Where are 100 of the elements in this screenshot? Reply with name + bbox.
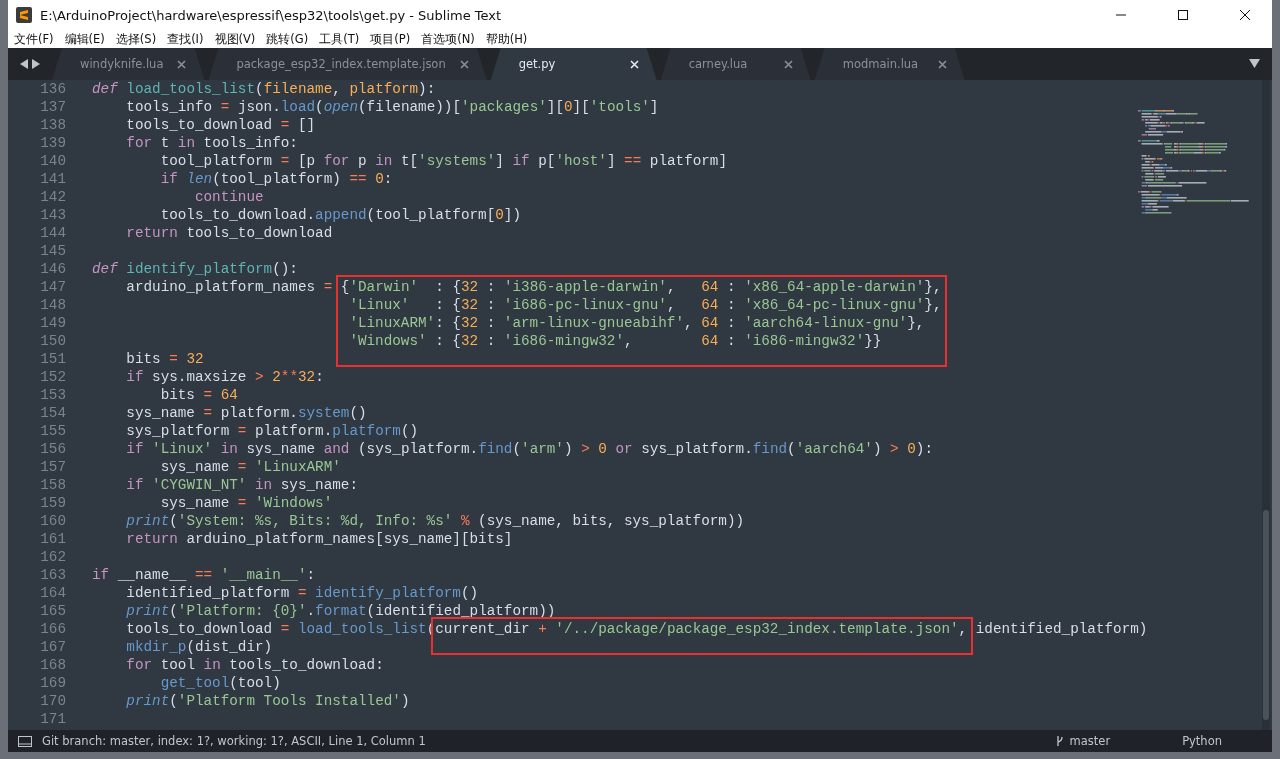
line-number: 138 <box>39 116 66 134</box>
code-line: arduino_platform_names = {'Darwin' : {32 : 'i386-apple-darwin', 64 : 'x86_64-apple-darwin'}, <box>125 278 943 296</box>
code-line: 'Windows' : {32 : 'i686-mingw32', 64 : 'i686-mingw32'}} <box>348 332 883 350</box>
line-number: 163 <box>39 566 66 584</box>
code-line: identified_platform = identify_platform() <box>125 584 480 602</box>
code-line: if len(tool_platform) == 0: <box>159 170 394 188</box>
line-number: 161 <box>39 530 66 548</box>
code-line: sys_name = 'Windows' <box>159 494 334 512</box>
line-number: 139 <box>39 134 66 152</box>
menu-item[interactable]: 文件(F) <box>10 31 61 47</box>
code-line: bits = 32 <box>125 350 205 368</box>
line-number: 156 <box>39 440 66 458</box>
code-line: return tools_to_download <box>125 224 334 242</box>
scrollbar-thumb[interactable] <box>1263 510 1269 720</box>
line-number: 168 <box>39 656 66 674</box>
file-tab[interactable]: get.py <box>490 48 657 80</box>
panel-icon[interactable] <box>18 735 32 747</box>
window-title: E:\ArduinoProject\hardware\espressif\esp32\tools\get.py - Sublime Text <box>40 7 503 23</box>
app-logo-icon <box>16 7 32 23</box>
file-tab[interactable]: package_esp32_index.template.json <box>208 48 487 80</box>
code-line: tools_info = json.load(open(filename))['packages'][0]['tools'] <box>125 98 660 116</box>
syntax-label[interactable]: Python <box>1182 734 1222 748</box>
menu-item[interactable]: 视图(V) <box>210 31 263 47</box>
line-number: 140 <box>39 152 66 170</box>
file-tab[interactable]: windyknife.lua <box>52 48 205 80</box>
line-number: 136 <box>39 80 66 98</box>
menu-item[interactable]: 项目(P) <box>366 31 418 47</box>
menu-item[interactable]: 选择(S) <box>111 31 164 47</box>
line-number: 153 <box>39 386 66 404</box>
line-number: 166 <box>39 620 66 638</box>
menu-item[interactable]: 工具(T) <box>315 31 367 47</box>
code-line: def identify_platform(): <box>92 260 299 278</box>
close-icon[interactable] <box>177 59 187 69</box>
next-tab-icon[interactable] <box>32 59 40 69</box>
line-number: 171 <box>39 710 66 728</box>
line-number: 146 <box>39 260 66 278</box>
line-number: 165 <box>39 602 66 620</box>
code-line: for tool in tools_to_download: <box>125 656 385 674</box>
maximize-icon <box>1177 9 1189 21</box>
line-number: 142 <box>39 188 66 206</box>
close-icon[interactable] <box>937 59 947 69</box>
menu-item[interactable]: 查找(I) <box>163 31 211 47</box>
previous-tab-icon[interactable] <box>20 59 28 69</box>
branch-icon <box>1055 735 1064 747</box>
code-line: mkdir_p(dist_dir) <box>125 638 274 656</box>
code-line: sys_name = platform.system() <box>125 404 368 422</box>
line-number: 147 <box>39 278 66 296</box>
close-icon[interactable] <box>783 59 793 69</box>
code-line: print('Platform Tools Installed') <box>125 692 411 710</box>
code-line: tools_to_download = [] <box>125 116 317 134</box>
file-tab[interactable]: modmain.lua <box>814 48 965 80</box>
line-number: 162 <box>39 548 66 566</box>
file-tab[interactable]: carney.lua <box>660 48 811 80</box>
menu-item[interactable]: 帮助(H) <box>481 31 535 47</box>
code-line: print('System: %s, Bits: %d, Info: %s' % (sys_name, bits, sys_platform)) <box>125 512 746 530</box>
code-line: continue <box>193 188 265 206</box>
line-number: 158 <box>39 476 66 494</box>
line-number: 145 <box>39 242 66 260</box>
line-number: 150 <box>39 332 66 350</box>
line-number: 157 <box>39 458 66 476</box>
code-line: if __name__ == '__main__': <box>92 566 317 584</box>
menu-item[interactable]: 编辑(E) <box>60 31 112 47</box>
code-line: bits = 64 <box>159 386 239 404</box>
line-number: 159 <box>39 494 66 512</box>
code-line: if 'Linux' in sys_name and (sys_platform.find('arm') > 0 or sys_platform.find('aarch64') > 0): <box>125 440 934 458</box>
line-number: 151 <box>39 350 66 368</box>
line-number: 148 <box>39 296 66 314</box>
line-number: 169 <box>39 674 66 692</box>
line-number: 164 <box>39 584 66 602</box>
menu-item[interactable]: 首选项(N) <box>417 31 482 47</box>
close-icon[interactable] <box>459 59 469 69</box>
code-line: tool_platform = [p for p in t['systems'] if p['host'] == platform] <box>159 152 729 170</box>
code-line: sys_name = 'LinuxARM' <box>159 458 342 476</box>
code-line: return arduino_platform_names[sys_name][bits] <box>125 530 514 548</box>
line-number: 155 <box>39 422 66 440</box>
code-line: print('Platform: {0}'.format(identified_platform)) <box>125 602 557 620</box>
code-line: sys_platform = platform.platform() <box>125 422 420 440</box>
code-line: tools_to_download.append(tool_platform[0]) <box>159 206 523 224</box>
code-line: 'LinuxARM': {32 : 'arm-linux-gnueabihf', 64 : 'aarch64-linux-gnu'}, <box>348 314 926 332</box>
line-number: 141 <box>39 170 66 188</box>
line-number: 170 <box>39 692 66 710</box>
branch-name[interactable]: master <box>1069 734 1111 748</box>
status-text: Git branch: master, index: 1?, working: 1?, ASCII, Line 1, Column 1 <box>42 734 427 748</box>
minimize-icon <box>1115 14 1127 16</box>
dropdown-icon[interactable] <box>1249 59 1260 68</box>
line-number: 149 <box>39 314 66 332</box>
close-icon <box>1239 9 1251 21</box>
line-number: 144 <box>39 224 66 242</box>
code-line: get_tool(tool) <box>159 674 282 692</box>
line-number: 154 <box>39 404 66 422</box>
code-line: 'Linux' : {32 : 'i686-pc-linux-gnu', 64 : 'x86_64-pc-linux-gnu'}, <box>348 296 943 314</box>
line-number: 167 <box>39 638 66 656</box>
line-number: 160 <box>39 512 66 530</box>
line-number: 137 <box>39 98 66 116</box>
menu-item[interactable]: 跳转(G) <box>262 31 316 47</box>
line-number: 143 <box>39 206 66 224</box>
code-line: def load_tools_list(filename, platform): <box>92 80 437 98</box>
code-line: if sys.maxsize > 2**32: <box>125 368 325 386</box>
code-line: for t in tools_info: <box>125 134 299 152</box>
line-number: 152 <box>39 368 66 386</box>
